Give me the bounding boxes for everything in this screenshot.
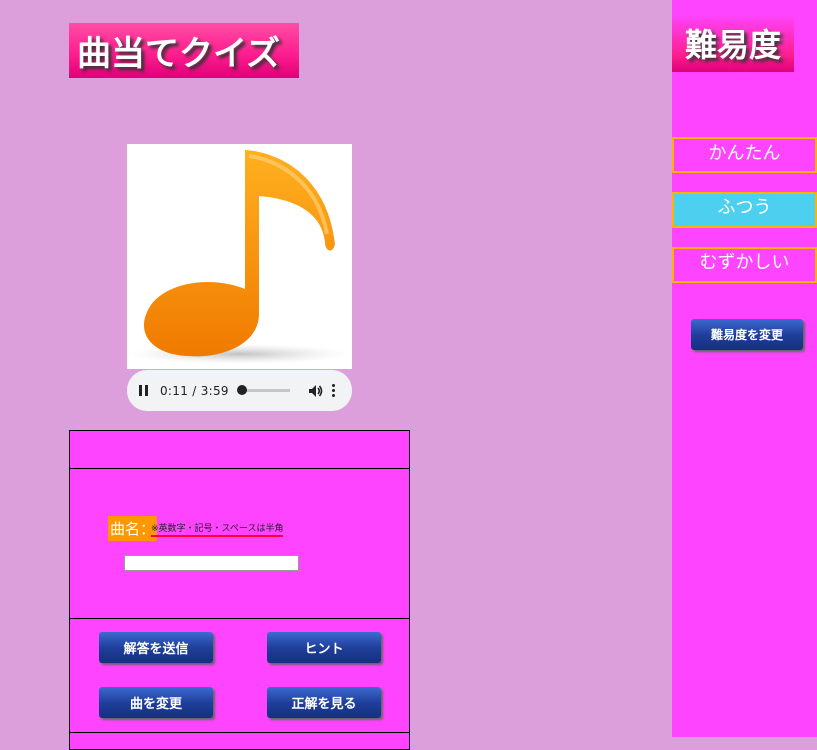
- difficulty-normal[interactable]: ふつう: [672, 192, 817, 228]
- answer-input[interactable]: [124, 555, 299, 571]
- panel-divider: [70, 468, 409, 469]
- answer-label: 曲名：: [108, 516, 158, 541]
- show-answer-button[interactable]: 正解を見る: [267, 687, 381, 718]
- panel-divider: [70, 732, 409, 733]
- quiz-panel: 曲名： ※英数字・記号・スペースは半角 解答を送信 ヒント 曲を変更 正解を見る: [69, 430, 410, 750]
- difficulty-title: 難易度: [672, 14, 794, 72]
- page-title: 曲当てクイズ: [69, 18, 299, 78]
- audio-player[interactable]: 0:11 / 3:59: [127, 370, 352, 411]
- time-display: 0:11 / 3:59: [160, 383, 229, 398]
- hint-button[interactable]: ヒント: [267, 632, 381, 663]
- difficulty-hard[interactable]: むずかしい: [672, 247, 817, 283]
- pause-icon[interactable]: [139, 384, 153, 398]
- difficulty-sidebar: 難易度 かんたん ふつう むずかしい 難易度を変更: [672, 0, 817, 737]
- panel-divider: [70, 618, 409, 619]
- submit-answer-button[interactable]: 解答を送信: [99, 632, 213, 663]
- seek-bar[interactable]: [237, 385, 290, 395]
- difficulty-easy[interactable]: かんたん: [672, 137, 817, 173]
- change-song-button[interactable]: 曲を変更: [99, 687, 213, 718]
- seek-handle[interactable]: [237, 385, 248, 395]
- song-artwork: [127, 144, 352, 369]
- music-note-icon: [129, 150, 349, 364]
- answer-note: ※英数字・記号・スペースは半角: [151, 521, 284, 537]
- volume-icon[interactable]: [307, 383, 323, 399]
- more-icon[interactable]: [331, 384, 336, 397]
- change-difficulty-button[interactable]: 難易度を変更: [691, 319, 803, 350]
